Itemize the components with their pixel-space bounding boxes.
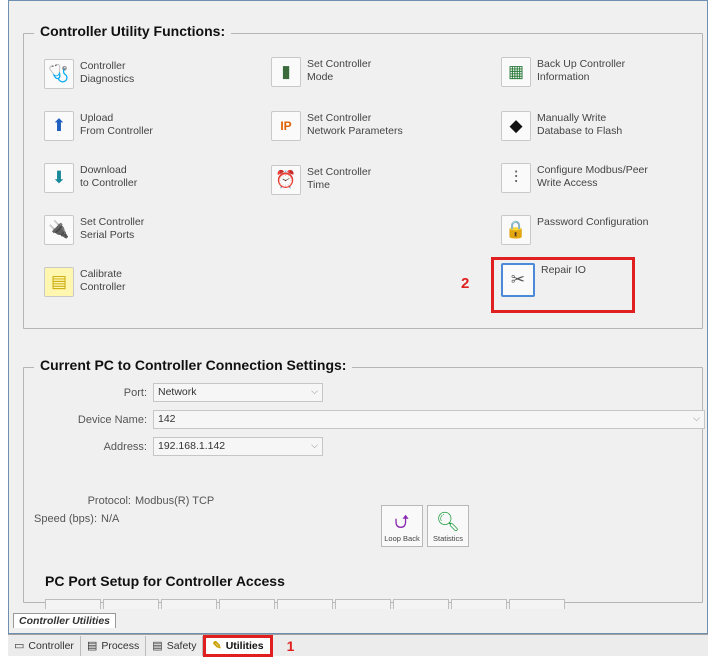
backup-label-1: Back Up Controller — [537, 58, 626, 70]
serial-port-icon: 🔌 — [44, 215, 74, 245]
network-ip-icon: IP — [271, 111, 301, 141]
sliders-icon: ⫶ — [501, 163, 531, 193]
controller-diagnostics-button[interactable]: 🩺 Controller Diagnostics — [44, 59, 134, 89]
download-label-1: Download — [80, 164, 127, 176]
flash-label-1: Manually Write — [537, 112, 607, 124]
set-serial-ports-button[interactable]: 🔌 Set Controller Serial Ports — [44, 215, 144, 245]
magnifier-icon: 🔍︎ — [435, 512, 461, 533]
set-controller-time-button[interactable]: ⏰ Set Controller Time — [271, 165, 371, 195]
utility-functions-title: Controller Utility Functions: — [34, 23, 232, 39]
clock-icon: ⏰ — [271, 165, 301, 195]
loop-back-label: Loop Back — [384, 534, 420, 543]
chevron-down-icon: ⌵ — [311, 440, 318, 450]
chevron-down-icon: ⌵ — [693, 413, 700, 423]
statistics-label: Statistics — [432, 534, 463, 543]
calibrate-icon: ▤ — [44, 267, 74, 297]
port-label: Port: — [123, 386, 147, 399]
download-icon: ⬇ — [44, 163, 74, 193]
network-label-2: Network Parameters — [307, 125, 403, 137]
annotation-number-2: 2 — [461, 275, 470, 292]
calibrate-label-2: Controller — [80, 281, 126, 293]
download-to-controller-button[interactable]: ⬇ Download to Controller — [44, 163, 137, 193]
tab-utilities-label: Utilities — [225, 639, 264, 652]
connection-settings-title-text: Current PC to Controller Connection Sett… — [40, 357, 347, 373]
chevron-down-icon: ⌵ — [311, 386, 318, 396]
address-value: 192.168.1.142 — [158, 440, 226, 452]
backup-icon: ▦ — [501, 57, 531, 87]
protocol-value: Modbus(R) TCP — [135, 495, 215, 507]
mode-icon: ▮ — [271, 57, 301, 87]
annotation-number-1: 1 — [286, 637, 295, 654]
set-controller-mode-button[interactable]: ▮ Set Controller Mode — [271, 57, 371, 87]
upload-from-controller-button[interactable]: ⬆ Upload From Controller — [44, 111, 153, 141]
configure-modbus-peer-button[interactable]: ⫶ Configure Modbus/Peer Write Access — [501, 163, 648, 193]
tab-utilities[interactable]: ✎ Utilities — [203, 634, 273, 657]
mode-label-2: Mode — [307, 71, 334, 83]
chip-icon: ◆ — [501, 111, 531, 141]
process-icon: ▤ — [86, 640, 98, 652]
write-database-flash-button[interactable]: ◆ Manually Write Database to Flash — [501, 111, 622, 141]
password-configuration-button[interactable]: 🔒 Password Configuration — [501, 215, 648, 245]
diagnostics-label-2: Diagnostics — [80, 73, 135, 85]
statistics-button[interactable]: 🔍︎ Statistics — [427, 505, 469, 547]
connection-settings-title: Current PC to Controller Connection Sett… — [34, 357, 353, 373]
tab-controller[interactable]: ▭ Controller — [8, 635, 81, 656]
port-setup-grid — [45, 599, 567, 609]
tab-safety-label: Safety — [166, 639, 197, 652]
wrench-icon: ✎ — [212, 640, 222, 652]
upload-icon: ⬆ — [44, 111, 74, 141]
tab-controller-utilities[interactable]: Controller Utilities — [13, 613, 117, 628]
download-label-2: to Controller — [80, 177, 138, 189]
tab-process-label: Process — [101, 639, 140, 652]
speed-value: N/A — [101, 513, 120, 525]
calibrate-label-1: Calibrate — [80, 268, 123, 280]
lock-icon: 🔒 — [501, 215, 531, 245]
address-label: Address: — [103, 440, 147, 453]
diagnostics-label-1: Controller — [80, 60, 126, 72]
network-label-1: Set Controller — [307, 112, 372, 124]
serial-label-2: Serial Ports — [80, 229, 135, 241]
upload-label-2: From Controller — [80, 125, 153, 137]
port-select[interactable]: Network ⌵ — [153, 383, 323, 402]
calibrate-controller-button[interactable]: ▤ Calibrate Controller — [44, 267, 126, 297]
utility-functions-title-text: Controller Utility Functions: — [40, 23, 226, 39]
connection-settings-group: Current PC to Controller Connection Sett… — [23, 357, 703, 603]
controller-icon: ▭ — [14, 640, 25, 652]
modbus-label-1: Configure Modbus/Peer — [537, 164, 648, 176]
loop-back-icon: ⮍ — [394, 512, 410, 533]
serial-label-1: Set Controller — [80, 216, 145, 228]
device-name-label: Device Name: — [77, 413, 147, 426]
utilities-panel: Controller Utility Functions: 🩺 Controll… — [8, 0, 708, 634]
time-label-1: Set Controller — [307, 166, 372, 178]
device-name-select[interactable]: 142 ⌵ — [153, 410, 705, 429]
pc-port-setup-title: PC Port Setup for Controller Access — [45, 573, 285, 589]
flash-label-2: Database to Flash — [537, 125, 623, 137]
mode-label-1: Set Controller — [307, 58, 372, 70]
diagnostics-icon: 🩺 — [44, 59, 74, 89]
repair-io-label: Repair IO — [541, 264, 586, 276]
modbus-label-2: Write Access — [537, 177, 598, 189]
repair-io-button[interactable]: ✂ Repair IO — [501, 263, 586, 297]
device-name-value: 142 — [158, 413, 176, 425]
password-label-1: Password Configuration — [537, 216, 649, 228]
safety-icon: ▤ — [152, 640, 163, 652]
port-value: Network — [158, 386, 197, 398]
time-label-2: Time — [307, 179, 330, 191]
tab-safety[interactable]: ▤ Safety — [146, 635, 204, 656]
address-select[interactable]: 192.168.1.142 ⌵ — [153, 437, 323, 456]
tab-controller-label: Controller — [28, 639, 74, 652]
upload-label-1: Upload — [80, 112, 114, 124]
set-network-parameters-button[interactable]: IP Set Controller Network Parameters — [271, 111, 403, 141]
back-up-controller-button[interactable]: ▦ Back Up Controller Information — [501, 57, 625, 87]
tab-process[interactable]: ▤ Process — [81, 635, 147, 656]
backup-label-2: Information — [537, 71, 590, 83]
bottom-tab-bar: ▭ Controller ▤ Process ▤ Safety ✎ Utilit… — [8, 634, 708, 657]
loop-back-button[interactable]: ⮍ Loop Back — [381, 505, 423, 547]
protocol-label: Protocol: — [87, 495, 131, 507]
speed-label: Speed (bps): — [34, 513, 97, 525]
tools-icon: ✂ — [501, 263, 535, 297]
